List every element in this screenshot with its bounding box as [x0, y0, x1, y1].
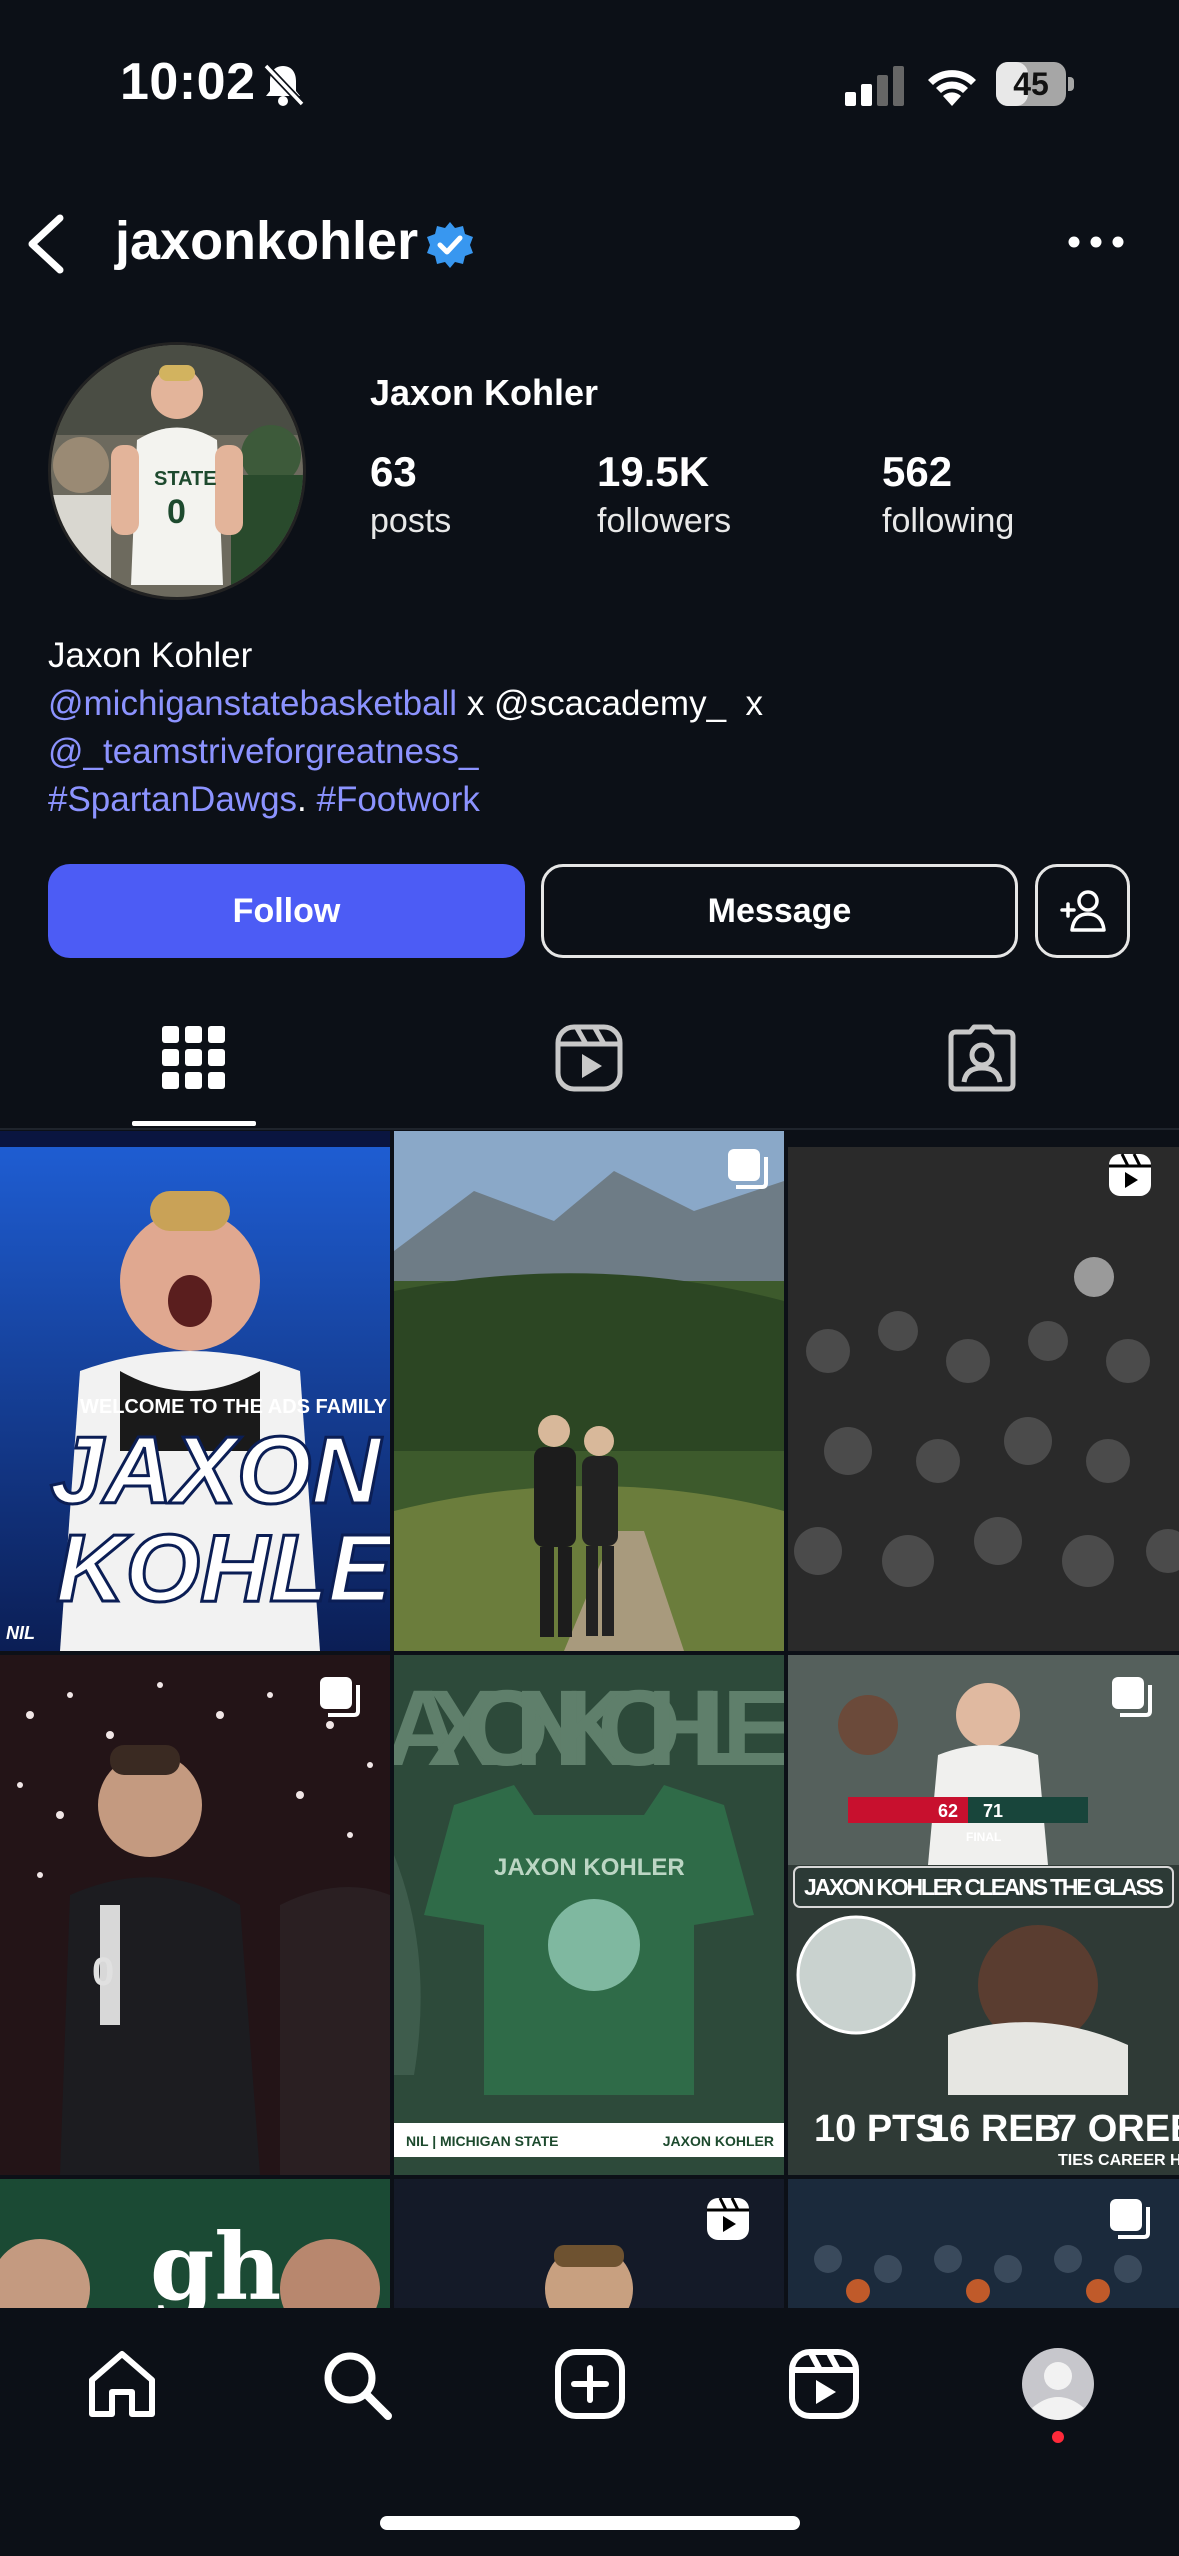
grid-post-1[interactable]: WELCOME TO THE ADS FAMILY JAXON KOHLER N…	[0, 1131, 390, 1651]
carousel-icon	[1112, 1677, 1152, 1717]
home-icon[interactable]	[84, 2346, 160, 2422]
bio-text: .	[297, 780, 317, 819]
stat-value: 562	[882, 448, 953, 495]
stat-label: posts	[370, 502, 452, 540]
stat-value: 19.5K	[597, 448, 710, 495]
chevron-left-icon[interactable]	[22, 212, 70, 276]
create-icon[interactable]	[552, 2346, 628, 2422]
svg-text:0: 0	[167, 493, 186, 531]
grid-post-7[interactable]: gh	[0, 2179, 390, 2308]
cellular-signal-icon	[845, 66, 904, 106]
post-graphic-text: 7 OREB	[1056, 2108, 1179, 2150]
stat-followers[interactable]: 19.5K followers	[597, 448, 731, 541]
more-horizontal-icon[interactable]	[1068, 230, 1124, 254]
grid-post-2[interactable]	[394, 1131, 784, 1651]
svg-text:STATE: STATE	[154, 468, 217, 490]
active-tab-indicator	[132, 1121, 256, 1126]
svg-text:0: 0	[92, 1950, 114, 1994]
grid-post-5[interactable]: AXON KOHLE JAXON KOHLER NIL | MICHIGAN S…	[394, 1655, 784, 2175]
battery-icon: 45	[996, 62, 1076, 106]
home-indicator[interactable]	[380, 2516, 800, 2530]
post-graphic-text: WELCOME TO THE ADS FAMILY	[80, 1396, 388, 1418]
post-graphic-text: FINAL	[966, 1830, 1001, 1844]
bio-name: Jaxon Kohler	[48, 636, 253, 675]
status-time: 10:02	[120, 53, 256, 111]
bio-line-2: @_teamstriveforgreatness_	[48, 728, 1128, 776]
bio-mention-link[interactable]: @michiganstatebasketball	[48, 684, 457, 723]
post-graphic-text: 10 PTS	[814, 2108, 941, 2150]
grid-post-8[interactable]	[394, 2179, 784, 2308]
bio-hashtag-link[interactable]: #Footwork	[317, 780, 480, 819]
post-graphic-text: AXON KOHLE	[394, 1667, 784, 1788]
tab-divider	[0, 1128, 1179, 1130]
stat-value: 63	[370, 448, 417, 495]
grid-post-3[interactable]	[788, 1131, 1179, 1651]
post-graphic-text: JAXON	[50, 1417, 382, 1524]
post-graphic-text: 16 REB	[928, 2108, 1061, 2150]
bio-text: x @scacademy_ x	[457, 684, 764, 723]
stat-following[interactable]: 562 following	[882, 448, 1014, 541]
svg-text:NIL | MICHIGAN STATE: NIL | MICHIGAN STATE	[406, 2133, 558, 2149]
stat-posts[interactable]: 63 posts	[370, 448, 451, 541]
bell-slash-icon	[263, 63, 305, 107]
post-graphic-text: TIES CAREER HIGH	[1058, 2152, 1179, 2169]
suggested-people-button[interactable]	[1035, 864, 1130, 958]
carousel-icon	[320, 1677, 360, 1717]
carousel-icon	[728, 1149, 768, 1189]
post-graphic-text: 62	[938, 1801, 958, 1821]
search-icon[interactable]	[318, 2346, 394, 2422]
grid-icon[interactable]	[158, 1022, 230, 1094]
wifi-icon	[928, 70, 976, 106]
bio-line-3: #SpartanDawgs. #Footwork	[48, 776, 1128, 824]
notification-dot	[1052, 2431, 1064, 2443]
tagged-person-icon[interactable]	[946, 1022, 1018, 1094]
post-graphic-text: JAXON KOHLER CLEANS THE GLASS	[804, 1874, 1164, 1900]
post-graphic-text: KOHLER	[56, 1515, 390, 1622]
verified-badge-icon	[427, 222, 473, 268]
stat-label: following	[882, 502, 1015, 540]
grid-post-6[interactable]: 62 71 FINAL JAXON KOHLER CLEANS THE GLAS…	[788, 1655, 1179, 2175]
reels-icon	[707, 2197, 749, 2240]
grid-post-4[interactable]: 0	[0, 1655, 390, 2175]
reels-icon[interactable]	[553, 1022, 625, 1094]
battery-level: 45	[1013, 66, 1049, 102]
profile-username: jaxonkohler	[115, 211, 419, 271]
profile-photo: STATE 0	[51, 345, 303, 597]
reels-icon[interactable]	[786, 2346, 862, 2422]
bio-hashtag-link[interactable]: #SpartanDawgs	[48, 780, 297, 819]
display-name: Jaxon Kohler	[370, 372, 599, 413]
message-button[interactable]: Message	[541, 864, 1018, 958]
profile-avatar-nav[interactable]	[1020, 2346, 1096, 2422]
carousel-icon	[1110, 2199, 1150, 2239]
post-graphic-text: 71	[983, 1801, 1003, 1821]
add-person-icon	[1059, 890, 1106, 932]
profile-bio: Jaxon Kohler @michiganstatebasketball x …	[48, 632, 1128, 824]
bio-mention-link[interactable]: @_teamstriveforgreatness_	[48, 732, 478, 771]
reels-icon	[1109, 1153, 1151, 1196]
post-graphic-text: JAXON KOHLER	[663, 2133, 774, 2149]
grid-post-9[interactable]	[788, 2179, 1179, 2308]
post-graphic-text: JAXON KOHLER	[494, 1854, 685, 1881]
follow-button[interactable]: Follow	[48, 864, 525, 958]
bio-line-1: @michiganstatebasketball x @scacademy_ x	[48, 680, 1128, 728]
post-graphic-text: NIL	[6, 1623, 35, 1643]
profile-avatar[interactable]: STATE 0	[48, 342, 306, 600]
stat-label: followers	[597, 502, 732, 540]
post-graphic-text: gh	[150, 2213, 281, 2308]
